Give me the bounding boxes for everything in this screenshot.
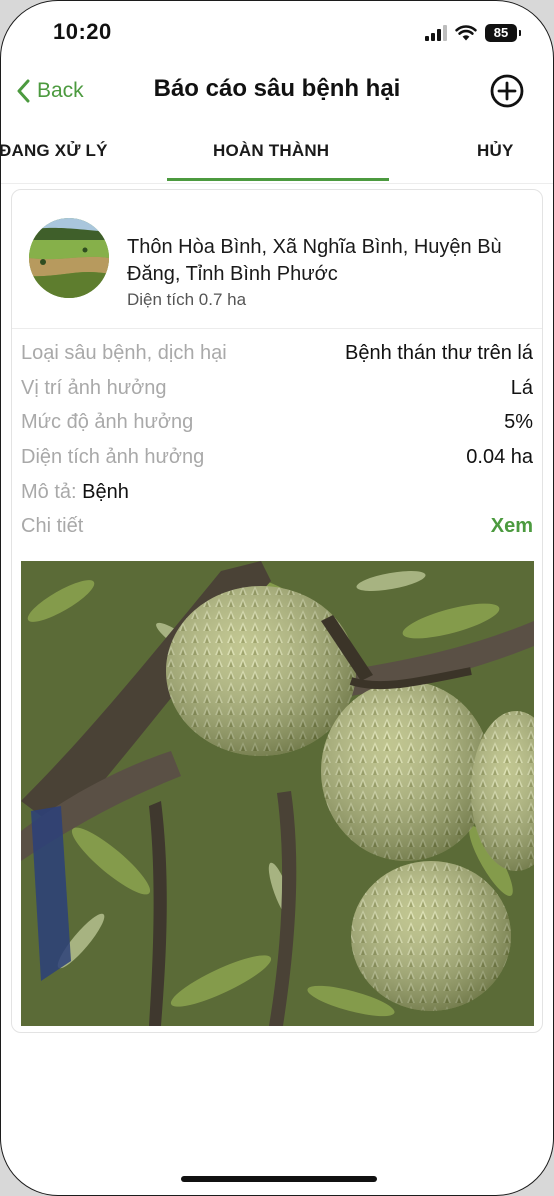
detail-row-details: Chi tiết Xem xyxy=(21,515,533,543)
wifi-icon xyxy=(455,25,477,41)
details-label: Chi tiết xyxy=(21,515,84,537)
phone-screen: 10:20 85 Back Báo cáo sâu bệnh hại ĐANG … xyxy=(0,0,554,1196)
home-indicator[interactable] xyxy=(181,1176,377,1182)
row-label: Loại sâu bệnh, dịch hại xyxy=(21,342,227,364)
cellular-signal-icon xyxy=(425,25,447,41)
row-label: Vị trí ảnh hưởng xyxy=(21,377,167,399)
row-value: 5% xyxy=(504,411,533,433)
detail-row-pest-type: Loại sâu bệnh, dịch hại Bệnh thán thư tr… xyxy=(21,342,533,370)
tab-completed[interactable]: HOÀN THÀNH xyxy=(213,141,329,161)
detail-row-affected-area: Diện tích ảnh hưởng 0.04 ha xyxy=(21,446,533,474)
row-label: Mức độ ảnh hưởng xyxy=(21,411,194,433)
report-card[interactable]: Thôn Hòa Bình, Xã Nghĩa Bình, Huyện Bù Đ… xyxy=(11,189,543,1033)
active-tab-indicator xyxy=(167,178,389,181)
divider xyxy=(12,328,542,329)
add-report-button[interactable] xyxy=(489,73,525,109)
row-value: Lá xyxy=(510,377,533,399)
farm-address: Thôn Hòa Bình, Xã Nghĩa Bình, Huyện Bù Đ… xyxy=(127,236,502,285)
view-details-link[interactable]: Xem xyxy=(491,515,533,538)
row-value: 0.04 ha xyxy=(466,446,533,468)
page-title: Báo cáo sâu bệnh hại xyxy=(153,75,401,102)
field-thumbnail xyxy=(29,218,109,298)
tab-processing[interactable]: ĐANG XỬ LÝ xyxy=(1,141,108,161)
detail-row-affected-position: Vị trí ảnh hưởng Lá xyxy=(21,377,533,405)
farm-area: Diện tích 0.7 ha xyxy=(127,290,247,309)
row-label: Diện tích ảnh hưởng xyxy=(21,446,205,468)
detail-row-description: Mô tả: Bệnh xyxy=(21,481,533,509)
status-time: 10:20 xyxy=(53,19,112,44)
report-photo[interactable] xyxy=(21,561,534,1026)
plus-circle-icon xyxy=(490,74,524,108)
description-value: Bệnh xyxy=(82,481,129,503)
navigation-bar: Back Báo cáo sâu bệnh hại xyxy=(1,65,553,117)
battery-icon: 85 xyxy=(485,24,521,42)
description-label: Mô tả: xyxy=(21,481,77,503)
row-value: Bệnh thán thư trên lá xyxy=(345,342,533,364)
status-tabs: ĐANG XỬ LÝ HOÀN THÀNH HỦY xyxy=(1,123,553,184)
tab-cancelled[interactable]: HỦY xyxy=(477,141,514,161)
status-bar: 10:20 85 xyxy=(1,1,553,65)
detail-row-severity: Mức độ ảnh hưởng 5% xyxy=(21,411,533,439)
status-icons: 85 xyxy=(425,23,521,43)
